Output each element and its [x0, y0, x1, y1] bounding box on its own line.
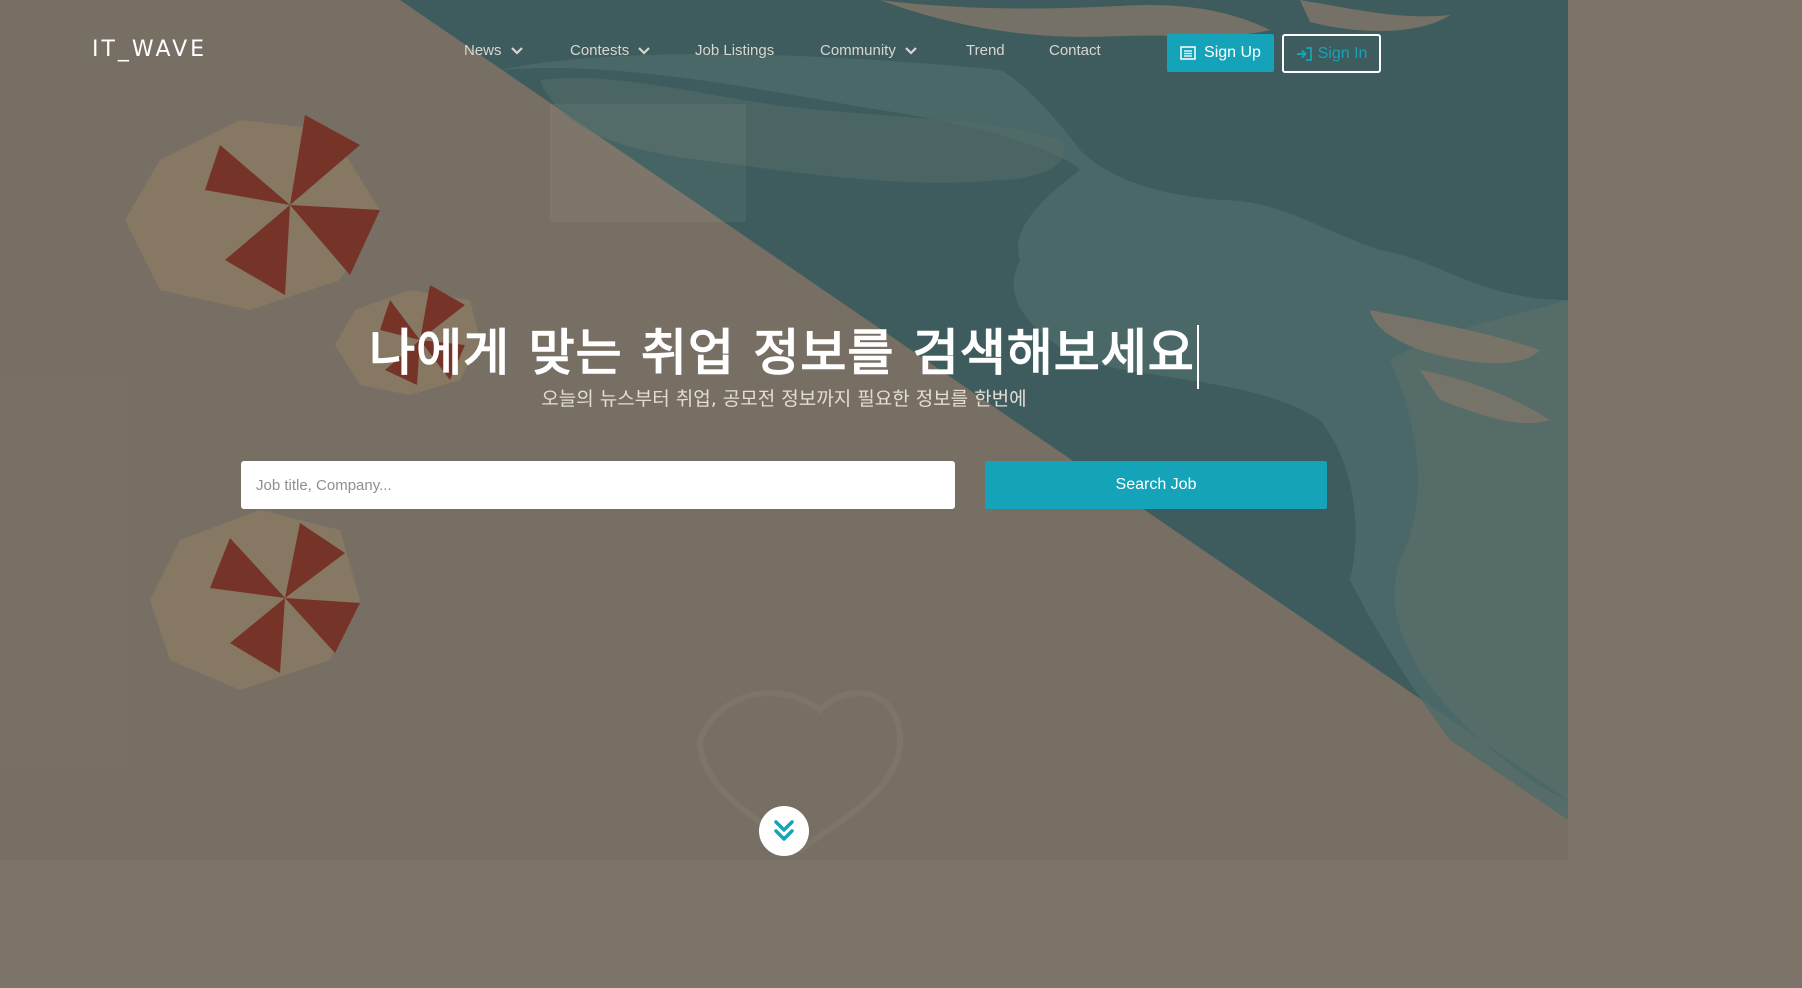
hero-title: 나에게 맞는 취업 정보를 검색해보세요 [0, 313, 1568, 389]
typing-caret [1196, 324, 1199, 389]
site-logo[interactable]: IT_WAVE [92, 37, 207, 62]
nav-item-label: Job Listings [695, 42, 775, 59]
nav-item-label: Contests [570, 42, 630, 59]
chevron-down-icon [905, 46, 917, 55]
hero-title-text: 나에게 맞는 취업 정보를 검색해보세요 [369, 324, 1195, 382]
nav-item-community[interactable]: Community [820, 42, 918, 59]
search-job-button[interactable]: Search Job [985, 461, 1327, 509]
background-overlay [0, 0, 1568, 860]
list-icon [1180, 46, 1196, 60]
scroll-down-button[interactable] [759, 806, 809, 856]
nav-item-label: Contact [1049, 42, 1101, 59]
nav-item-label: News [464, 42, 502, 59]
chevron-down-icon [638, 46, 650, 55]
double-chevron-down-icon [774, 820, 794, 841]
faint-dropdown-panel [550, 104, 746, 222]
chevron-down-icon [510, 46, 523, 55]
nav-item-contact[interactable]: Contact [1049, 42, 1101, 59]
sign-in-icon [1296, 46, 1312, 61]
nav-item-label: Trend [966, 42, 1005, 59]
sign-up-button[interactable]: Sign Up [1167, 34, 1274, 72]
sign-in-label: Sign In [1317, 44, 1368, 62]
nav-item-news[interactable]: News [464, 42, 524, 59]
sign-up-label: Sign Up [1204, 44, 1261, 61]
nav-item-job-listings[interactable]: Job Listings [695, 42, 774, 59]
top-navbar: IT_WAVE News Contests Job Listings Commu… [0, 0, 1568, 106]
hero-subtitle: 오늘의 뉴스부터 취업, 공모전 정보까지 필요한 정보를 한번에 [541, 388, 1027, 410]
nav-item-trend[interactable]: Trend [966, 42, 1005, 59]
sign-in-button[interactable]: Sign In [1282, 34, 1381, 73]
nav-item-contests[interactable]: Contests [570, 42, 651, 59]
job-search-input[interactable] [241, 461, 955, 509]
nav-item-label: Community [820, 42, 896, 59]
